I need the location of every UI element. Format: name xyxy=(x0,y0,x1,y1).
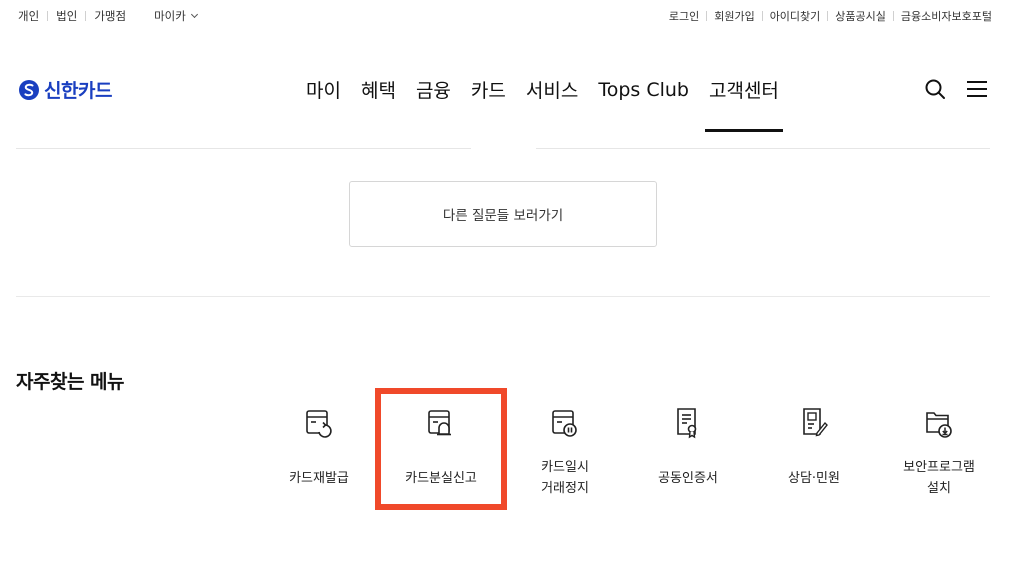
menu-label-line2: 설치 xyxy=(927,481,951,496)
nav-tops-club[interactable]: Tops Club xyxy=(598,79,689,101)
certificate-icon xyxy=(677,408,697,439)
divider xyxy=(536,148,990,149)
menu-card-suspend[interactable]: 카드일시 거래정지 xyxy=(502,400,628,510)
divider xyxy=(47,11,49,21)
menu-label-line2: 거래정지 xyxy=(541,481,589,496)
logo-text: 신한카드 xyxy=(44,80,112,102)
nav-customer-center[interactable]: 고객센터 xyxy=(704,76,783,132)
menu-consultation[interactable]: 상담·민원 xyxy=(751,400,877,510)
nav-service[interactable]: 서비스 xyxy=(526,76,578,103)
menu-label: 카드재발급 xyxy=(289,471,349,486)
menu-label: 상담·민원 xyxy=(788,471,840,486)
menu-label-line1: 카드일시 xyxy=(541,460,589,475)
frequent-menu-title: 자주찾는 메뉴 xyxy=(16,371,125,393)
header-actions xyxy=(924,78,988,100)
highlight-box xyxy=(375,388,507,510)
user-type-links: 개인 법인 가맹점 마이카 xyxy=(18,8,198,24)
link-corporate[interactable]: 법인 xyxy=(56,8,77,24)
nav-finance[interactable]: 금융 xyxy=(416,76,451,103)
account-links: 로그인 회원가입 아이디찾기 상품공시실 금융소비자보호포털 xyxy=(669,8,992,24)
hamburger-menu-icon[interactable] xyxy=(966,79,988,99)
divider xyxy=(706,11,708,21)
menu-label-line1: 보안프로그램 xyxy=(903,460,975,475)
link-merchant[interactable]: 가맹점 xyxy=(94,8,126,24)
nav-benefits[interactable]: 혜택 xyxy=(361,76,396,103)
divider xyxy=(827,11,829,21)
divider xyxy=(85,11,87,21)
utility-bar: 개인 법인 가맹점 마이카 로그인 회원가입 아이디찾기 상품공시실 금융소비자… xyxy=(0,0,1024,30)
other-questions-button[interactable]: 다른 질문들 보러가기 xyxy=(349,181,657,247)
menu-security-install[interactable]: 보안프로그램 설치 xyxy=(876,400,1002,510)
card-reissue-icon xyxy=(306,410,332,438)
menu-certificate[interactable]: 공동인증서 xyxy=(625,400,751,510)
menu-card-reissue[interactable]: 카드재발급 xyxy=(256,400,382,510)
shinhan-logo-icon xyxy=(19,79,39,100)
chevron-down-icon xyxy=(190,10,198,19)
nav-my[interactable]: 마이 xyxy=(306,76,341,103)
link-personal[interactable]: 개인 xyxy=(18,8,39,24)
menu-label: 공동인증서 xyxy=(658,471,718,486)
link-signup[interactable]: 회원가입 xyxy=(714,8,754,24)
divider xyxy=(16,148,471,149)
divider xyxy=(892,11,894,21)
global-nav: 마이 혜택 금융 카드 서비스 Tops Club 고객센터 xyxy=(306,76,799,132)
security-install-icon xyxy=(926,412,952,438)
myika-dropdown[interactable]: 마이카 xyxy=(154,8,198,24)
brand-logo[interactable]: 신한카드 xyxy=(18,76,112,103)
link-product-disclosure[interactable]: 상품공시실 xyxy=(835,8,886,24)
myika-label: 마이카 xyxy=(154,9,186,23)
nav-card[interactable]: 카드 xyxy=(471,76,506,103)
consultation-icon xyxy=(803,408,828,437)
menu-label: 보안프로그램 설치 xyxy=(876,457,1002,499)
card-suspend-icon xyxy=(552,410,577,437)
menu-label: 카드일시 거래정지 xyxy=(502,457,628,499)
search-icon[interactable] xyxy=(924,78,946,100)
link-login[interactable]: 로그인 xyxy=(669,8,699,24)
divider xyxy=(16,296,990,297)
link-consumer-protection[interactable]: 금융소비자보호포털 xyxy=(901,8,992,24)
link-find-id[interactable]: 아이디찾기 xyxy=(770,8,821,24)
divider xyxy=(761,11,763,21)
